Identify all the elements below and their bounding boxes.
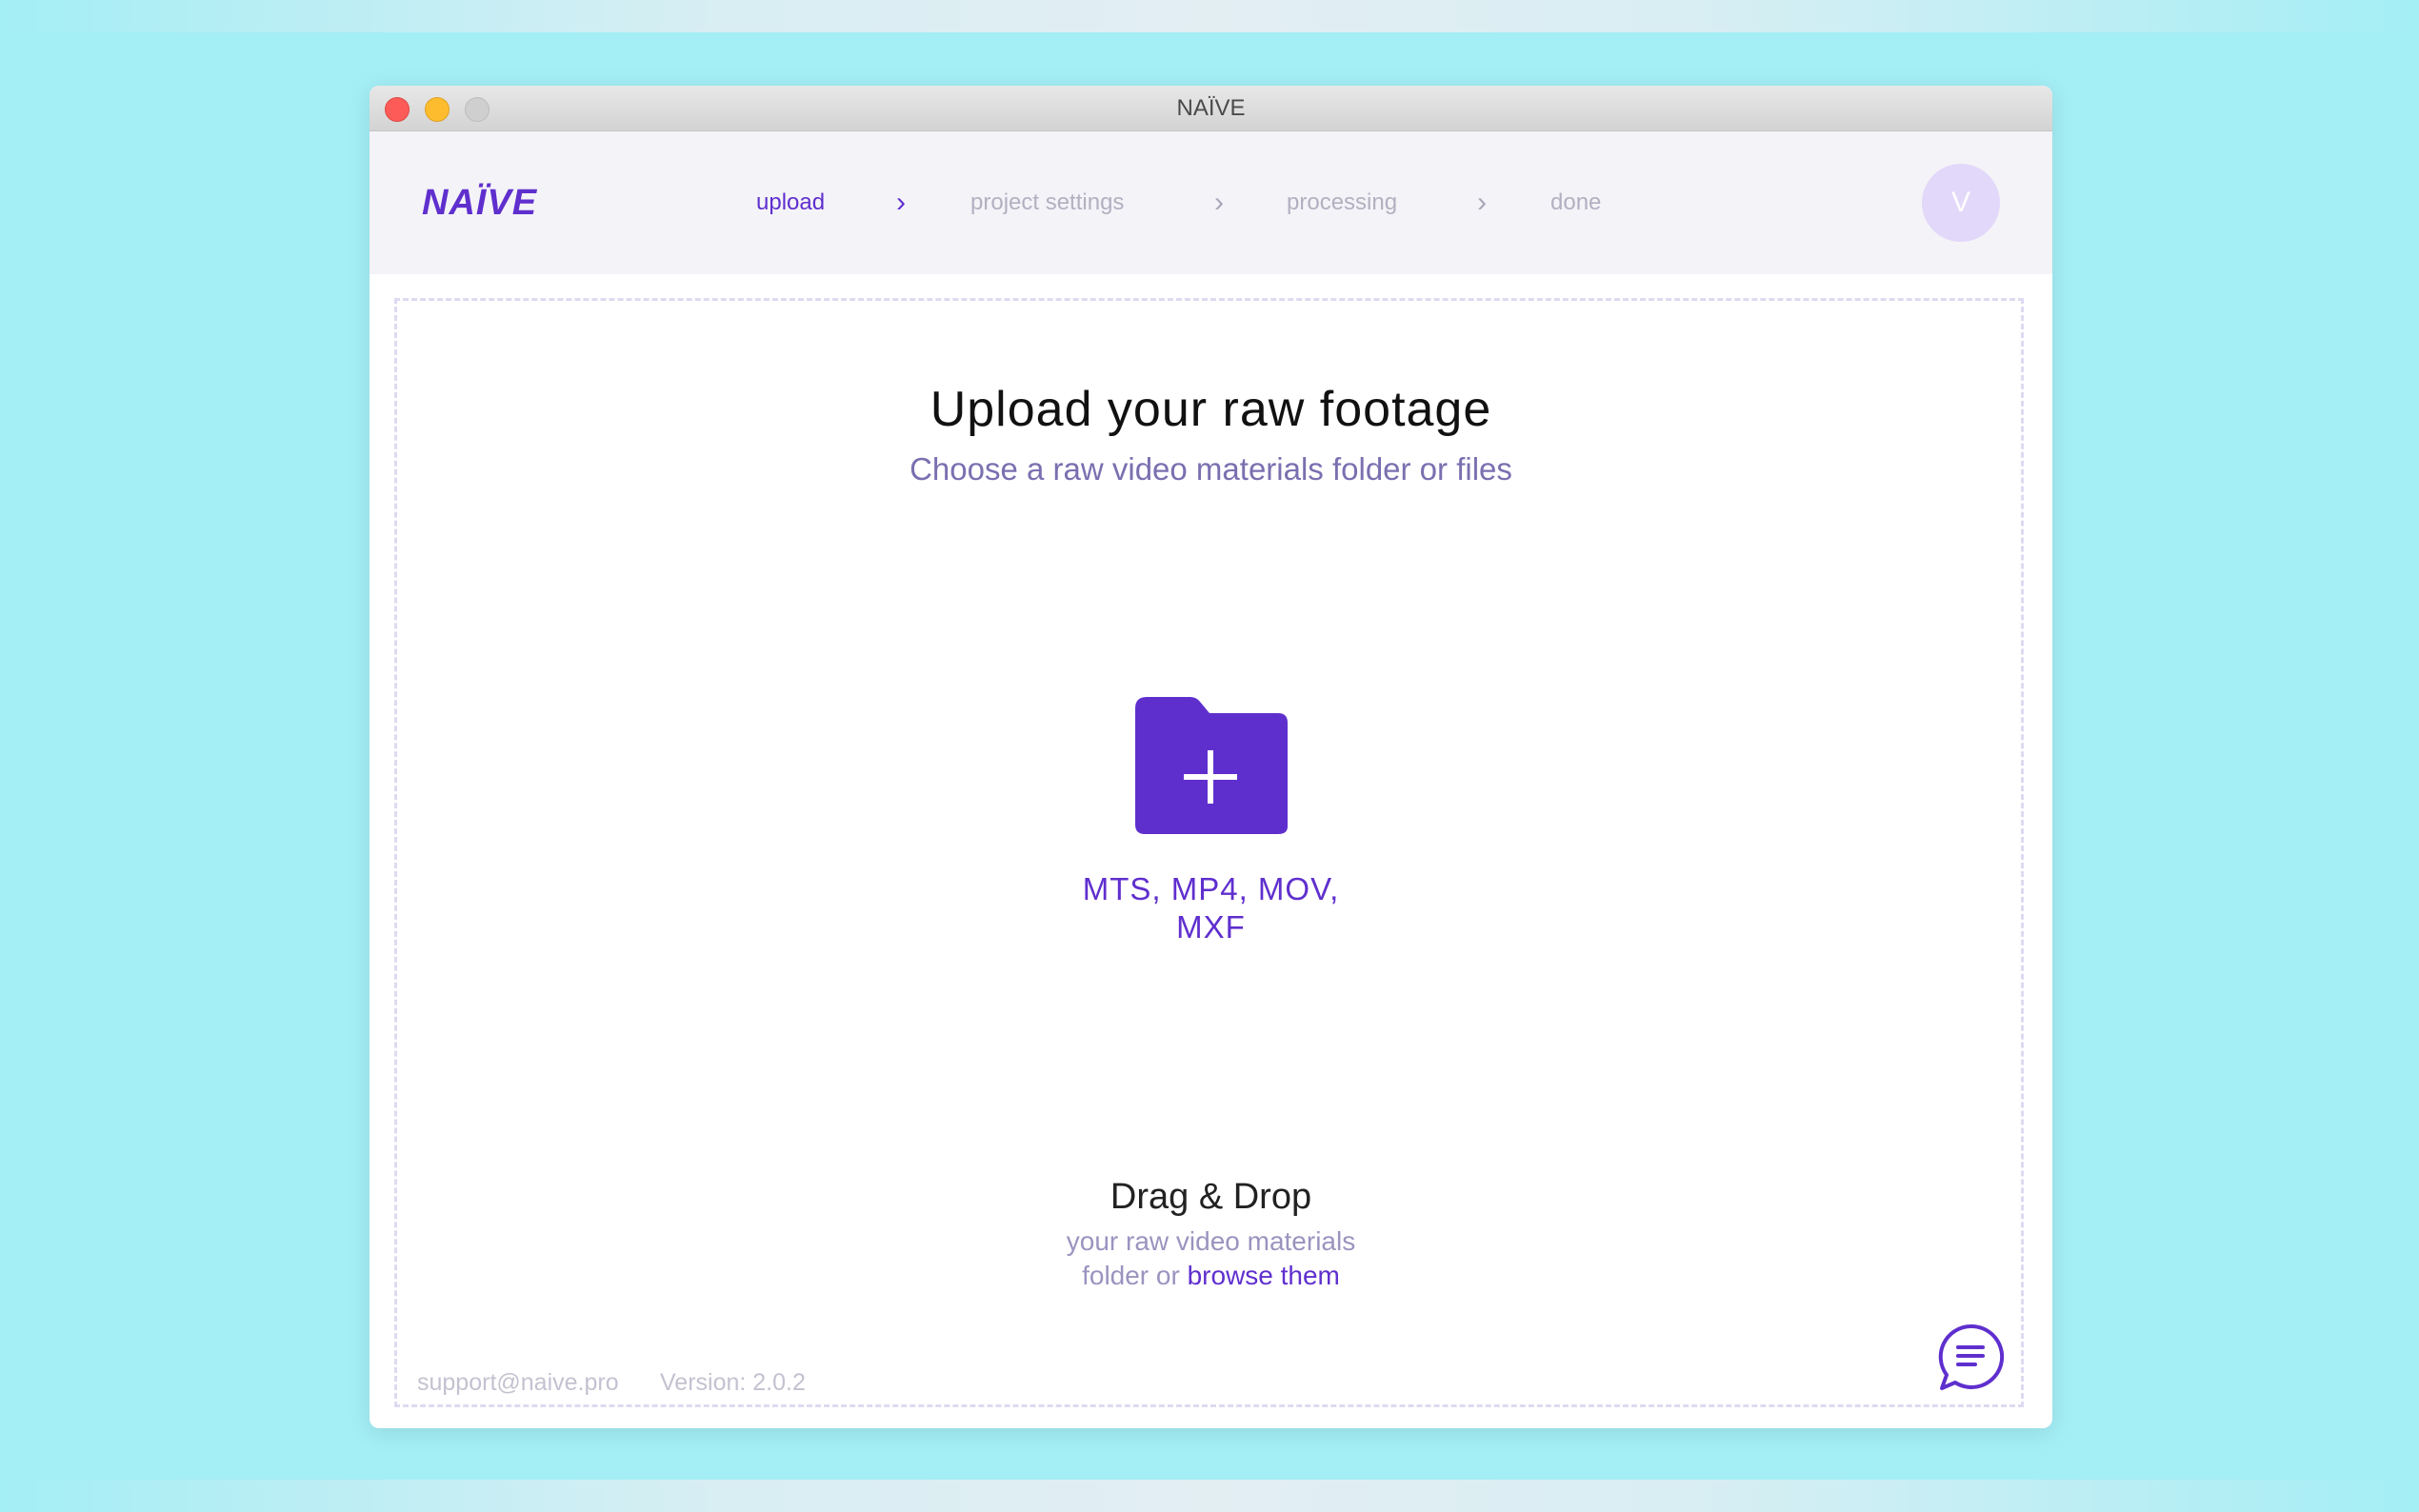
chevron-right-icon: › xyxy=(1214,187,1224,218)
browse-files-link[interactable]: browse them xyxy=(1188,1261,1340,1290)
window-title: NAÏVE xyxy=(1176,95,1246,121)
drag-drop-description: your raw video materials folder or brows… xyxy=(370,1224,2052,1293)
desktop-background-top-band xyxy=(0,0,2419,32)
user-avatar[interactable]: V xyxy=(1922,164,2000,242)
page-title: Upload your raw footage xyxy=(930,382,1492,437)
app-header: NAÏVE upload › project settings › proces… xyxy=(370,131,2052,274)
drag-drop-line-2: folder or browse them xyxy=(370,1259,2052,1293)
support-email[interactable]: support@naive.pro xyxy=(417,1369,619,1397)
step-done[interactable]: done xyxy=(1550,131,1601,274)
drag-drop-prefix: folder or xyxy=(1082,1261,1188,1290)
step-processing[interactable]: processing xyxy=(1287,131,1397,274)
desktop-background-bottom-band xyxy=(0,1480,2419,1512)
supported-formats-line-1: MTS, MP4, MOV, xyxy=(1082,871,1340,906)
progress-steps: upload › project settings › processing ›… xyxy=(370,131,2052,274)
step-project-settings[interactable]: project settings xyxy=(970,131,1124,274)
chevron-right-icon: › xyxy=(1477,187,1487,218)
supported-formats-line-2: MXF xyxy=(1176,909,1246,945)
page-subtitle: Choose a raw video materials folder or f… xyxy=(910,451,1512,487)
supported-formats: MTS, MP4, MOV, MXF xyxy=(370,870,2052,946)
app-version: Version: 2.0.2 xyxy=(660,1369,806,1396)
chat-bubble-icon[interactable] xyxy=(1934,1322,2007,1394)
drag-drop-line-1: your raw video materials xyxy=(1066,1226,1356,1256)
drag-drop-title: Drag & Drop xyxy=(1110,1177,1312,1217)
chevron-right-icon: › xyxy=(896,187,906,218)
app-window: NAÏVE NAÏVE upload › project settings › … xyxy=(370,86,2052,1428)
window-titlebar: NAÏVE xyxy=(370,86,2052,131)
step-upload[interactable]: upload xyxy=(756,131,825,274)
folder-plus-icon[interactable] xyxy=(1133,695,1290,838)
